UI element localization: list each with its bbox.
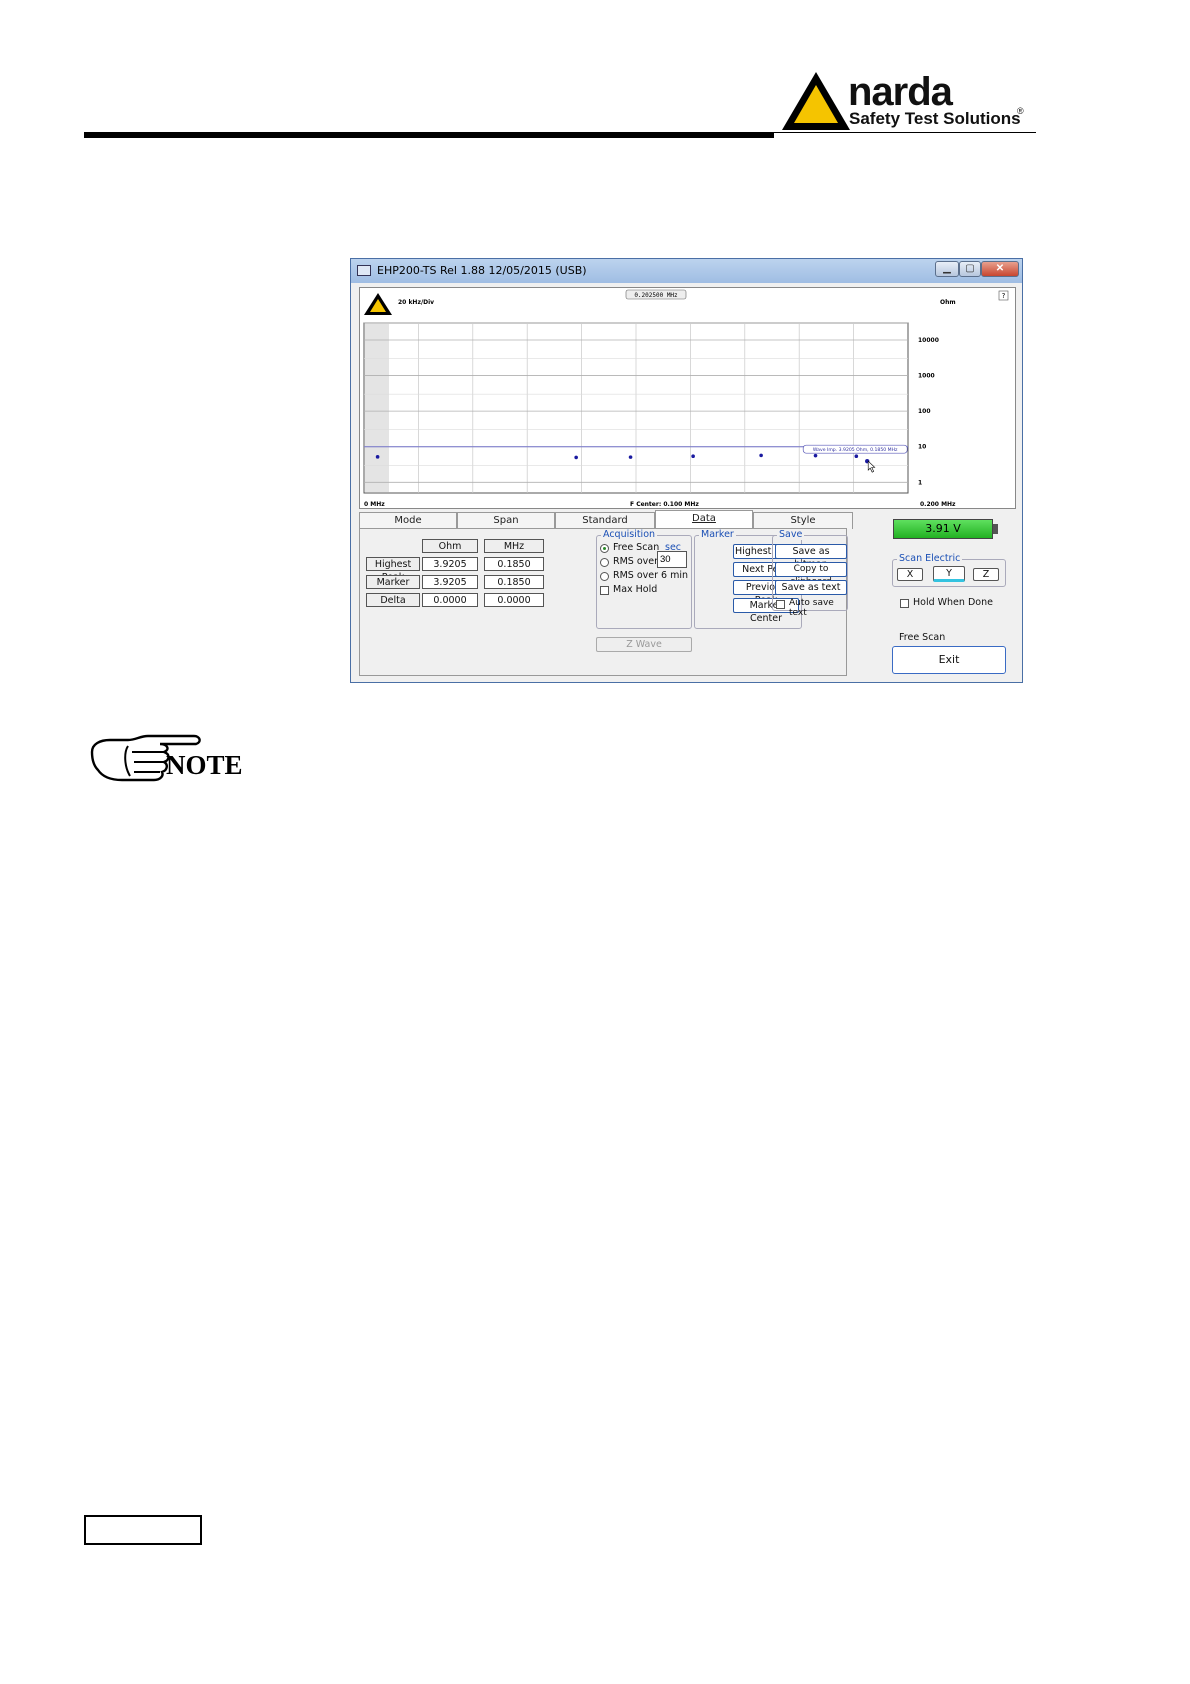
x-end-label: 0.200 MHz (920, 501, 956, 508)
tab-data[interactable]: Data (655, 510, 753, 529)
svg-text:?: ? (1002, 292, 1006, 300)
scan-electric-title: Scan Electric (897, 553, 963, 564)
chart-panel: 20 kHz/Div 0.202500 MHz Ohm ? Wave Imp. … (359, 287, 1016, 509)
data-point (574, 455, 578, 460)
logo-tagline: Safety Test Solutions (849, 109, 1021, 128)
div-label: 20 kHz/Div (398, 299, 434, 306)
header-rule (84, 132, 774, 138)
rms-seconds-input[interactable]: 30 (657, 551, 687, 568)
tab-style[interactable]: Style (753, 512, 853, 529)
rms-over-label: RMS over (613, 556, 659, 567)
row-label-highest-peak: Highest Peak (366, 557, 420, 583)
delta-mhz: 0.0000 (484, 593, 544, 607)
exit-button[interactable]: Exit (892, 646, 1006, 674)
unit-label: Ohm (940, 299, 956, 306)
battery-indicator: 3.91 V (893, 519, 993, 539)
tab-content-data: Ohm MHz Highest Peak 3.9205 0.1850 Marke… (359, 528, 848, 676)
auto-save-checkbox[interactable] (776, 600, 785, 609)
app-window: EHP200-TS Rel 1.88 12/05/2015 (USB) ▁ ▢ … (350, 258, 1023, 683)
save-bitmap-button[interactable]: Save as bitmap (775, 544, 847, 570)
y-tick-labels: 10000 1000 100 10 1 (918, 337, 939, 486)
hold-when-done-checkbox[interactable] (900, 599, 909, 608)
minimize-button[interactable]: ▁ (935, 261, 959, 277)
y-tick-label: 10 (918, 444, 926, 451)
max-hold-label: Max Hold (613, 584, 658, 595)
marker-title: Marker (699, 529, 736, 540)
marker-label: Wave Imp. 3.9205 Ohm, 0.1850 MHz (813, 447, 898, 453)
highest-peak-mhz: 0.1850 (484, 557, 544, 571)
app-icon (357, 265, 371, 276)
scan-axis-x[interactable]: X (897, 568, 923, 581)
hold-when-done-label: Hold When Done (913, 597, 993, 608)
save-title: Save (777, 529, 805, 540)
y-tick-label: 100 (918, 408, 931, 415)
scan-status: Free Scan (899, 632, 946, 643)
z-wave-button[interactable]: Z Wave (596, 637, 692, 652)
delta-ohm: 0.0000 (422, 593, 478, 607)
plot-shade (365, 324, 389, 492)
y-tick-label: 1 (918, 479, 922, 486)
note-label: NOTE (166, 750, 243, 780)
page-number-box (84, 1515, 202, 1545)
header-rule-thin (774, 132, 1036, 133)
tab-mode[interactable]: Mode (359, 512, 457, 529)
scan-axis-z[interactable]: Z (973, 568, 999, 581)
acquisition-title: Acquisition (601, 529, 658, 540)
highest-peak-ohm: 3.9205 (422, 557, 478, 571)
auto-save-label: Auto save text (789, 598, 834, 618)
row-label-delta: Delta (366, 593, 420, 607)
battery-icon (993, 524, 998, 534)
window-title: EHP200-TS Rel 1.88 12/05/2015 (USB) (377, 264, 587, 277)
data-point (813, 453, 818, 458)
scan-electric-group: Scan Electric X Y Z (892, 553, 1006, 587)
max-hold-checkbox[interactable] (600, 586, 609, 595)
save-text-button[interactable]: Save as text (775, 580, 847, 595)
rms-over-radio[interactable] (600, 558, 609, 567)
x-start-label: 0 MHz (364, 501, 385, 508)
freq-readout: 0.202500 MHz (634, 292, 678, 299)
data-point (375, 455, 380, 459)
registered-mark: ® (1017, 106, 1024, 116)
acquisition-group: Acquisition Free Scan sec RMS over 30 RM… (596, 529, 692, 629)
data-point (854, 454, 859, 459)
free-scan-label: Free Scan (613, 542, 660, 553)
row-label-marker: Marker (366, 575, 420, 589)
y-tick-label: 1000 (918, 373, 935, 380)
marker-ohm: 3.9205 (422, 575, 478, 589)
plot-area: Wave Imp. 3.9205 Ohm, 0.1850 MHz (363, 322, 909, 494)
rms-6min-radio[interactable] (600, 572, 609, 581)
tab-standard[interactable]: Standard (555, 512, 655, 529)
col-header-ohm: Ohm (422, 539, 478, 553)
col-header-mhz: MHz (484, 539, 544, 553)
maximize-button[interactable]: ▢ (959, 261, 981, 277)
data-point (759, 453, 763, 458)
scan-axis-y[interactable]: Y (933, 566, 965, 582)
close-button[interactable]: ✕ (981, 261, 1019, 277)
copy-clipboard-button[interactable]: Copy to clipboard (775, 562, 847, 587)
data-point (628, 455, 633, 459)
marker-mhz: 0.1850 (484, 575, 544, 589)
save-group: Save Save as bitmap Copy to clipboard Sa… (772, 529, 848, 618)
rms-6min-label: RMS over 6 min (613, 570, 689, 581)
spectrum-chart: 20 kHz/Div 0.202500 MHz Ohm ? Wave Imp. … (363, 289, 1009, 508)
tab-span[interactable]: Span (457, 512, 555, 529)
title-bar[interactable]: EHP200-TS Rel 1.88 12/05/2015 (USB) ▁ ▢ … (351, 259, 1022, 283)
free-scan-radio[interactable] (600, 544, 609, 553)
data-point (691, 454, 695, 459)
x-center-label: F Center: 0.100 MHz (630, 501, 699, 508)
y-tick-label: 10000 (918, 337, 939, 344)
